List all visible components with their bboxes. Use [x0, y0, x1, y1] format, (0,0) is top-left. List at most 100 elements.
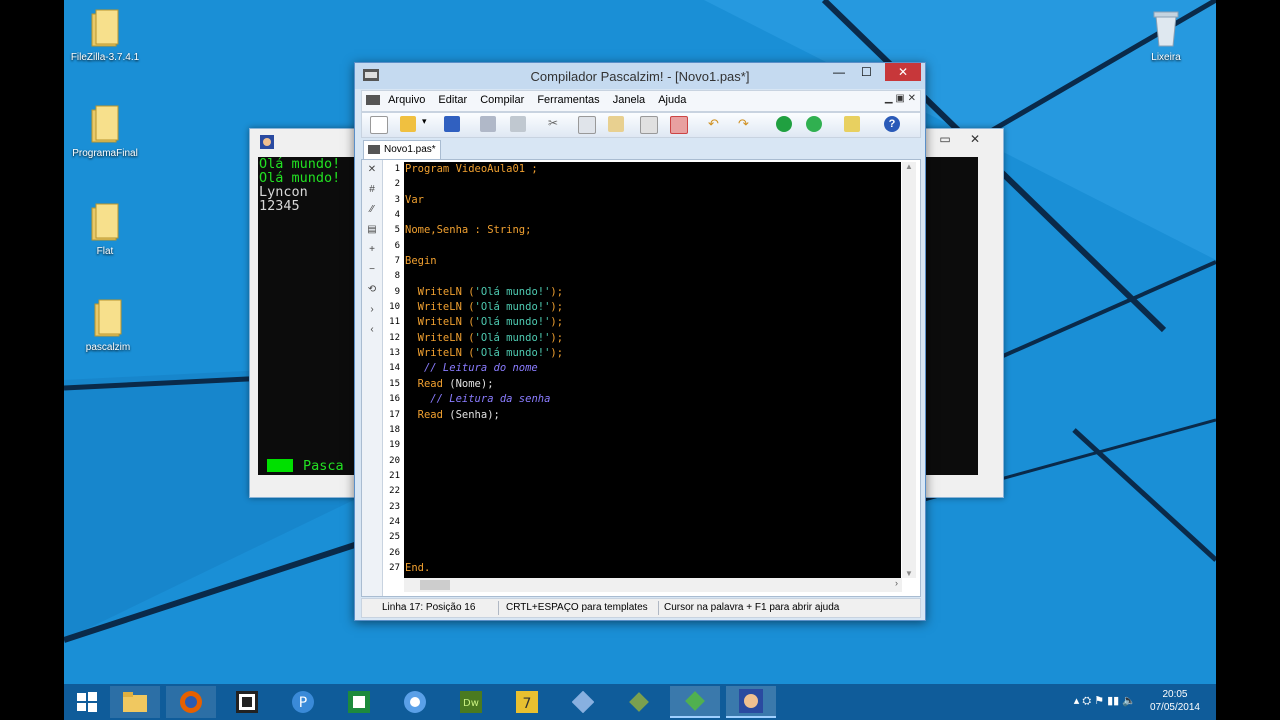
desktop-icon-pascalzim[interactable]: pascalzim — [68, 298, 148, 353]
code-line: WriteLN ('Olá mundo!'); — [404, 285, 901, 300]
cursor-position: Linha 17: Posição 16 — [382, 602, 476, 613]
cut-icon[interactable]: ✂ — [548, 116, 564, 132]
code-comment: // Leitura da senha — [430, 393, 551, 406]
desktop-icon-label: Flat — [96, 246, 114, 257]
scroll-up-icon[interactable]: ▲ — [902, 162, 916, 171]
file-explorer-icon[interactable] — [110, 686, 160, 718]
line-number: 2 — [394, 179, 400, 190]
code-text: WriteLN ( — [405, 331, 475, 344]
paste-icon[interactable] — [608, 116, 624, 132]
settings-icon[interactable] — [844, 116, 860, 132]
code-editor[interactable]: Program VideoAula01 ; Var Nome,Senha : Str… — [404, 162, 901, 578]
redo-icon[interactable]: ↷ — [738, 116, 754, 132]
line-number: 12 — [389, 332, 400, 343]
find-icon[interactable] — [640, 116, 658, 134]
code-line: Read (Nome); — [404, 377, 901, 392]
minimize-icon[interactable]: — — [833, 65, 845, 79]
print-preview-icon[interactable] — [510, 116, 526, 132]
line-number: 9 — [394, 286, 400, 297]
virtualbox-icon[interactable] — [558, 686, 608, 718]
tab-novo1[interactable]: Novo1.pas* — [363, 140, 441, 159]
line-number: 15 — [389, 378, 400, 389]
zoom-out-icon[interactable]: − — [364, 264, 380, 280]
editor-vscrollbar[interactable]: ▲ ▼ — [902, 162, 916, 578]
line-number: 3 — [394, 194, 400, 205]
zoom-in-icon[interactable]: + — [364, 244, 380, 260]
templates-hint: CRTL+ESPAÇO para templates — [506, 602, 648, 613]
dreamweaver-icon[interactable]: Dw — [446, 686, 496, 718]
undo-icon[interactable]: ↶ — [708, 116, 724, 132]
hscroll-thumb[interactable] — [420, 580, 450, 590]
line-number: 7 — [394, 256, 400, 267]
help-icon[interactable]: ? — [884, 116, 900, 132]
console-vscrollbar[interactable] — [980, 157, 994, 475]
close-icon[interactable]: ✕ — [885, 63, 921, 81]
maximize-icon[interactable]: ☐ — [861, 65, 872, 79]
code-text: End. — [405, 561, 431, 574]
scroll-down-icon[interactable]: ▼ — [902, 569, 916, 578]
new-file-icon[interactable] — [370, 116, 388, 134]
menu-arquivo[interactable]: Arquivo — [383, 91, 430, 109]
menu-editar[interactable]: Editar — [433, 91, 472, 109]
close-icon[interactable]: ✕ — [364, 164, 380, 180]
minimize-icon[interactable]: ▭ — [930, 129, 960, 149]
close-icon[interactable]: ✕ — [960, 129, 990, 149]
menu-janela[interactable]: Janela — [608, 91, 650, 109]
pzim-menu-icon — [366, 95, 380, 106]
code-text: ); — [550, 347, 564, 360]
menu-ajuda[interactable]: Ajuda — [653, 91, 691, 109]
code-comment: // Leitura do nome — [423, 362, 538, 375]
code-line: WriteLN ('Olá mundo!'); — [404, 331, 901, 346]
chevron-down-icon[interactable]: ▾ — [422, 116, 430, 132]
next-icon[interactable]: › — [364, 304, 380, 320]
comment-icon[interactable]: ⁄⁄ — [364, 204, 380, 220]
pascal-tool-icon[interactable] — [614, 686, 664, 718]
code-line: Begin — [404, 254, 901, 269]
code-line: WriteLN ('Olá mundo!'); — [404, 300, 901, 315]
editor-hscrollbar[interactable]: › — [404, 578, 902, 592]
code-args: (Nome); — [449, 377, 494, 390]
status-bar: Linha 17: Posição 16 CRTL+ESPAÇO para te… — [361, 598, 921, 618]
firefox-icon[interactable] — [166, 686, 216, 718]
code-string: 'Olá mundo!' — [474, 316, 551, 329]
taskbar: P Dw 7 ▴ ⛭ ⚑ ▮▮ 🔈 20:05 07/05/2014 — [64, 684, 1216, 720]
mdi-controls[interactable]: ▁ ▣ ✕ — [885, 93, 916, 104]
desktop-icon-programafinal[interactable]: ProgramaFinal — [65, 104, 145, 159]
run-icon[interactable] — [776, 116, 792, 132]
7zip-icon[interactable]: 7 — [502, 686, 552, 718]
itunes-icon[interactable] — [390, 686, 440, 718]
open-folder-icon[interactable] — [400, 116, 416, 132]
recycle-bin-icon — [1153, 11, 1179, 47]
window-icon[interactable]: ▤ — [364, 224, 380, 240]
line-number: 20 — [389, 455, 400, 466]
menu-ferramentas[interactable]: Ferramentas — [532, 91, 604, 109]
menu-compilar[interactable]: Compilar — [475, 91, 529, 109]
pascalzim-console-icon[interactable] — [726, 686, 776, 718]
prev-icon[interactable]: ‹ — [364, 324, 380, 340]
system-tray[interactable]: ▴ ⛭ ⚑ ▮▮ 🔈 — [1074, 694, 1136, 708]
pascalzim-ide-window[interactable]: Compilador Pascalzim! - [Novo1.pas*] — ☐… — [354, 62, 926, 621]
print-icon[interactable] — [480, 116, 496, 132]
replace-icon[interactable] — [670, 116, 688, 134]
desktop-icon-flat[interactable]: Flat — [65, 202, 145, 257]
save-icon[interactable] — [444, 116, 460, 132]
title-bar[interactable]: Compilador Pascalzim! - [Novo1.pas*] — ☐… — [355, 63, 925, 89]
clock[interactable]: 20:05 07/05/2014 — [1150, 688, 1200, 714]
video-editor-icon[interactable] — [222, 686, 272, 718]
scroll-right-icon[interactable]: › — [895, 578, 898, 588]
step-run-icon[interactable] — [806, 116, 822, 132]
sync-icon[interactable]: ⟲ — [364, 284, 380, 300]
start-icon[interactable] — [64, 686, 112, 718]
desktop-icon-lixeira[interactable]: Lixeira — [1126, 8, 1206, 63]
pascalzim-green-icon[interactable] — [670, 686, 720, 718]
excel-icon[interactable] — [334, 686, 384, 718]
hash-icon[interactable]: # — [364, 184, 380, 200]
desktop-icon-filezilla[interactable]: FileZilla-3.7.4.1 — [65, 8, 145, 63]
pacote-p-icon[interactable]: P — [278, 686, 328, 718]
code-string: 'Olá mundo!' — [474, 331, 551, 344]
copy-icon[interactable] — [578, 116, 596, 134]
